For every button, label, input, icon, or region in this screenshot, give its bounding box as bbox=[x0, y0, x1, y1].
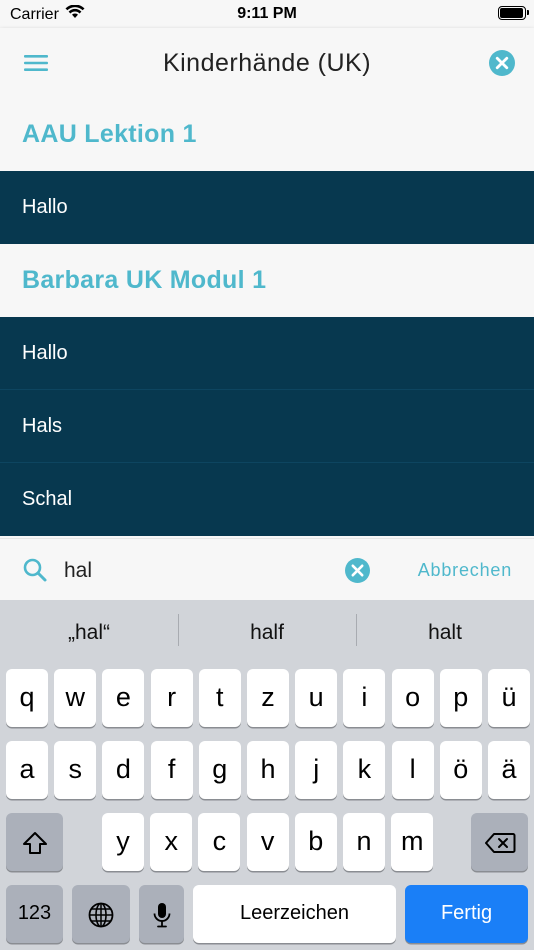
search-icon bbox=[22, 557, 48, 583]
results-list: AAU Lektion 1 Hallo Barbara UK Modul 1 H… bbox=[0, 98, 534, 538]
key-s[interactable]: s bbox=[54, 741, 97, 799]
key-n[interactable]: n bbox=[343, 813, 385, 871]
key-f[interactable]: f bbox=[150, 741, 193, 799]
key-a[interactable]: a bbox=[6, 741, 48, 799]
key-q[interactable]: q bbox=[6, 669, 48, 727]
key-j[interactable]: j bbox=[295, 741, 338, 799]
section-header-barbara-uk-modul-1: Barbara UK Modul 1 bbox=[0, 244, 534, 317]
key-d[interactable]: d bbox=[102, 741, 145, 799]
list-item-hals[interactable]: Hals bbox=[0, 390, 534, 463]
cancel-search-button[interactable]: Abbrechen bbox=[418, 539, 512, 601]
list-item-hallo[interactable]: Hallo bbox=[0, 317, 534, 390]
space-key[interactable]: Leerzeichen bbox=[193, 885, 396, 943]
key-z[interactable]: z bbox=[247, 669, 289, 727]
nav-bar: Kinderhände (UK) bbox=[0, 28, 534, 98]
section-header-aau-lektion-1: AAU Lektion 1 bbox=[0, 98, 534, 171]
list-item-hallo[interactable]: Hallo bbox=[0, 171, 534, 244]
hamburger-icon[interactable] bbox=[20, 48, 52, 78]
done-key[interactable]: Fertig bbox=[405, 885, 528, 943]
key-m[interactable]: m bbox=[391, 813, 434, 871]
search-input[interactable] bbox=[62, 551, 336, 591]
key-t[interactable]: t bbox=[198, 669, 241, 727]
keyboard: „hal“ half halt qwertzuiopü asdfghjklöä … bbox=[0, 600, 534, 950]
suggestion-1[interactable]: „hal“ bbox=[0, 600, 178, 666]
key-g[interactable]: g bbox=[198, 741, 241, 799]
key-v[interactable]: v bbox=[246, 813, 289, 871]
status-bar: Carrier 9:11 PM bbox=[0, 0, 534, 28]
clock: 9:11 PM bbox=[237, 5, 297, 22]
shift-icon bbox=[22, 826, 48, 856]
key-i[interactable]: i bbox=[343, 669, 386, 727]
key-o[interactable]: o bbox=[391, 669, 434, 727]
key-ü[interactable]: ü bbox=[488, 669, 530, 727]
microphone-icon bbox=[152, 898, 172, 928]
globe-key[interactable] bbox=[72, 885, 130, 943]
key-h[interactable]: h bbox=[247, 741, 289, 799]
key-b[interactable]: b bbox=[294, 813, 337, 871]
search-bar: Abbrechen bbox=[0, 538, 534, 601]
dictation-key[interactable] bbox=[139, 885, 184, 943]
key-ö[interactable]: ö bbox=[439, 741, 482, 799]
key-y[interactable]: y bbox=[102, 813, 144, 871]
backspace-icon bbox=[484, 826, 516, 856]
key-w[interactable]: w bbox=[54, 669, 97, 727]
list-item-schal[interactable]: Schal bbox=[0, 463, 534, 536]
key-k[interactable]: k bbox=[343, 741, 386, 799]
shift-key[interactable] bbox=[6, 813, 63, 871]
battery-level bbox=[500, 8, 523, 18]
suggestion-bar: „hal“ half halt bbox=[0, 600, 534, 666]
key-u[interactable]: u bbox=[295, 669, 338, 727]
key-c[interactable]: c bbox=[198, 813, 241, 871]
close-circle-icon[interactable] bbox=[488, 49, 516, 77]
globe-icon bbox=[87, 898, 115, 928]
suggestion-3[interactable]: halt bbox=[356, 600, 534, 666]
page-title: Kinderhände (UK) bbox=[162, 49, 372, 77]
backspace-key[interactable] bbox=[471, 813, 528, 871]
key-e[interactable]: e bbox=[102, 669, 145, 727]
key-r[interactable]: r bbox=[150, 669, 193, 727]
clear-search-icon[interactable] bbox=[344, 557, 371, 584]
numbers-key[interactable]: 123 bbox=[6, 885, 63, 943]
key-l[interactable]: l bbox=[391, 741, 434, 799]
key-x[interactable]: x bbox=[150, 813, 193, 871]
battery-icon bbox=[498, 6, 529, 20]
key-p[interactable]: p bbox=[439, 669, 482, 727]
key-ä[interactable]: ä bbox=[488, 741, 530, 799]
suggestion-2[interactable]: half bbox=[178, 600, 356, 666]
